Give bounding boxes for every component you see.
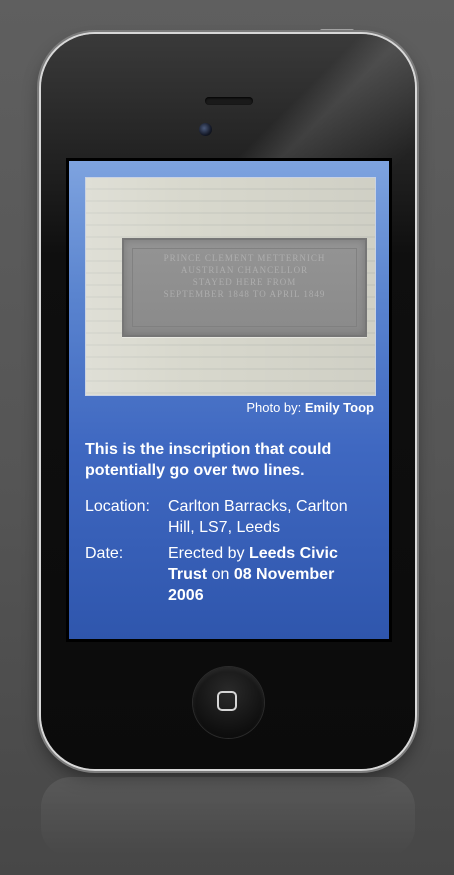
plaque-details: Location: Carlton Barracks, Carlton Hill… xyxy=(85,496,374,611)
date-row: Date: Erected by Leeds Civic Trust on 08… xyxy=(85,543,374,606)
home-button[interactable] xyxy=(193,667,264,738)
date-label: Date: xyxy=(85,545,124,562)
plaque-text: PRINCE CLEMENT METTERNICH AUSTRIAN CHANC… xyxy=(132,248,357,327)
location-value: Carlton Barracks, Carlton Hill, LS7, Lee… xyxy=(168,498,348,536)
plaque-line: SEPTEMBER 1848 TO APRIL 1849 xyxy=(163,289,326,299)
location-label: Location: xyxy=(85,498,150,515)
home-button-icon xyxy=(217,691,237,711)
date-value: Erected by Leeds Civic Trust on 08 Novem… xyxy=(168,543,374,606)
floor-reflection xyxy=(41,777,415,857)
inscription-text: This is the inscription that could poten… xyxy=(85,441,332,479)
earpiece-speaker xyxy=(205,97,253,105)
front-camera-icon xyxy=(199,123,212,136)
app-content: PRINCE CLEMENT METTERNICH AUSTRIAN CHANC… xyxy=(69,161,389,639)
caption-prefix: Photo by: xyxy=(246,400,305,415)
plaque-line: AUSTRIAN CHANCELLOR xyxy=(180,265,309,275)
plaque-line: STAYED HERE FROM xyxy=(192,277,297,287)
plaque-image: PRINCE CLEMENT METTERNICH AUSTRIAN CHANC… xyxy=(122,238,367,337)
photo-caption: Photo by: Emily Toop xyxy=(85,400,374,415)
location-row: Location: Carlton Barracks, Carlton Hill… xyxy=(85,496,374,538)
date-middle: on xyxy=(207,566,234,583)
plaque-line: PRINCE CLEMENT METTERNICH xyxy=(163,253,326,263)
phone-screen: PRINCE CLEMENT METTERNICH AUSTRIAN CHANC… xyxy=(66,158,392,642)
date-prefix: Erected by xyxy=(168,545,249,562)
photo-credit: Emily Toop xyxy=(304,400,374,415)
plaque-photo[interactable]: PRINCE CLEMENT METTERNICH AUSTRIAN CHANC… xyxy=(85,177,376,396)
